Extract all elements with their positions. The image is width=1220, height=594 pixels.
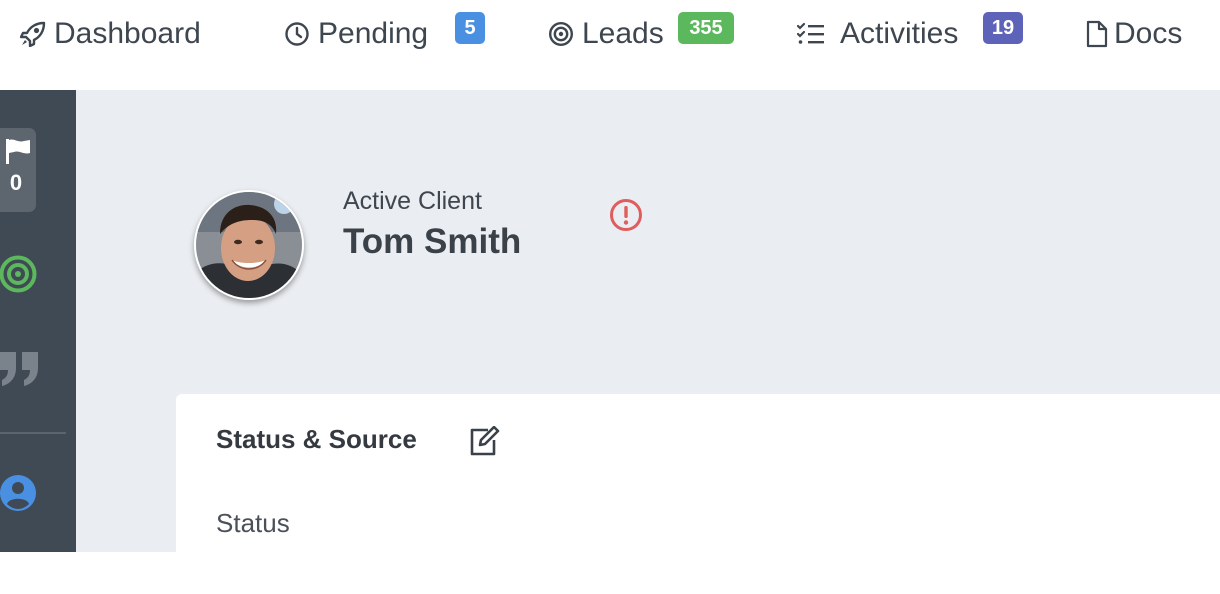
status-label: Status [216,508,290,538]
nav-leads[interactable]: Leads [548,14,664,54]
quote-icon[interactable] [0,348,40,393]
leads-count-badge: 355 [678,12,734,44]
client-avatar[interactable] [194,190,304,300]
nav-pending[interactable]: Pending [284,14,428,54]
nav-dashboard[interactable]: Dashboard [20,14,201,54]
alert-icon[interactable] [609,198,643,237]
main-content: Active Client Tom Smith Status & Source … [76,90,1220,594]
rocket-icon [20,21,46,47]
flag-count: 0 [9,170,23,195]
nav-dashboard-label: Dashboard [54,17,201,50]
activities-count-badge: 19 [983,12,1023,44]
client-type-label: Active Client [343,187,482,215]
document-icon [1086,20,1108,48]
target-icon[interactable] [0,254,38,299]
nav-activities-label: Activities [840,17,959,50]
flag-icon [4,138,32,169]
flags-button[interactable]: 0 [0,128,36,212]
nav-activities[interactable]: Activities [796,14,958,54]
nav-leads-label: Leads [582,17,664,50]
user-icon[interactable] [0,472,40,517]
target-icon [548,21,574,47]
nav-pending-label: Pending [318,17,429,50]
status-source-card: Status & Source Status [176,394,1220,594]
top-navigation: Dashboard Pending 5 Leads 355 Activities… [0,0,1220,90]
client-name: Tom Smith [343,222,522,261]
edit-icon[interactable] [468,425,500,461]
card-title: Status & Source [216,424,417,454]
left-sidebar: 0 [0,90,76,552]
nav-docs[interactable]: Docs [1086,14,1182,54]
checklist-icon [796,21,826,47]
sidebar-divider [0,432,66,434]
pending-count-badge: 5 [455,12,485,44]
nav-docs-label: Docs [1114,17,1183,50]
clock-icon [284,21,310,47]
